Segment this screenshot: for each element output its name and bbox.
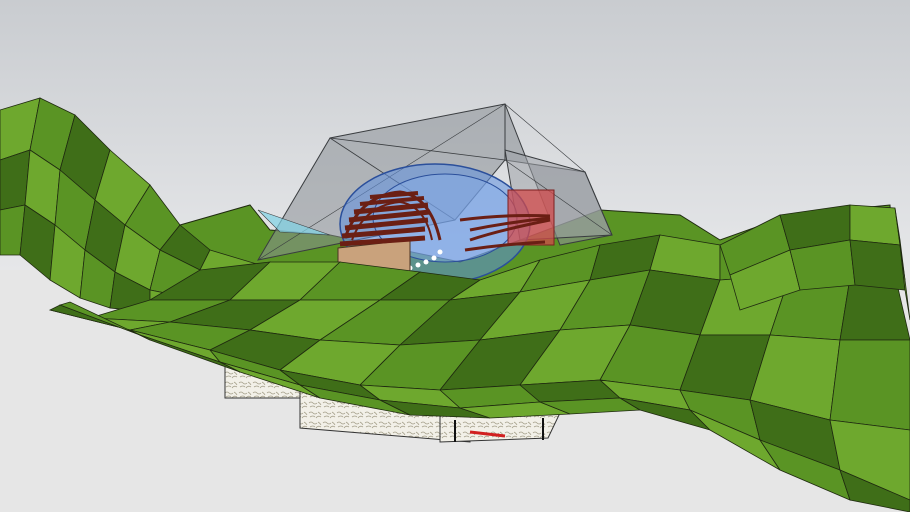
3d-model-viewport[interactable] — [0, 0, 910, 512]
scene-canvas[interactable] — [0, 0, 910, 512]
terrain-facet — [849, 239, 906, 291]
terrain-facet — [849, 204, 901, 246]
terrain-facet — [829, 339, 910, 431]
